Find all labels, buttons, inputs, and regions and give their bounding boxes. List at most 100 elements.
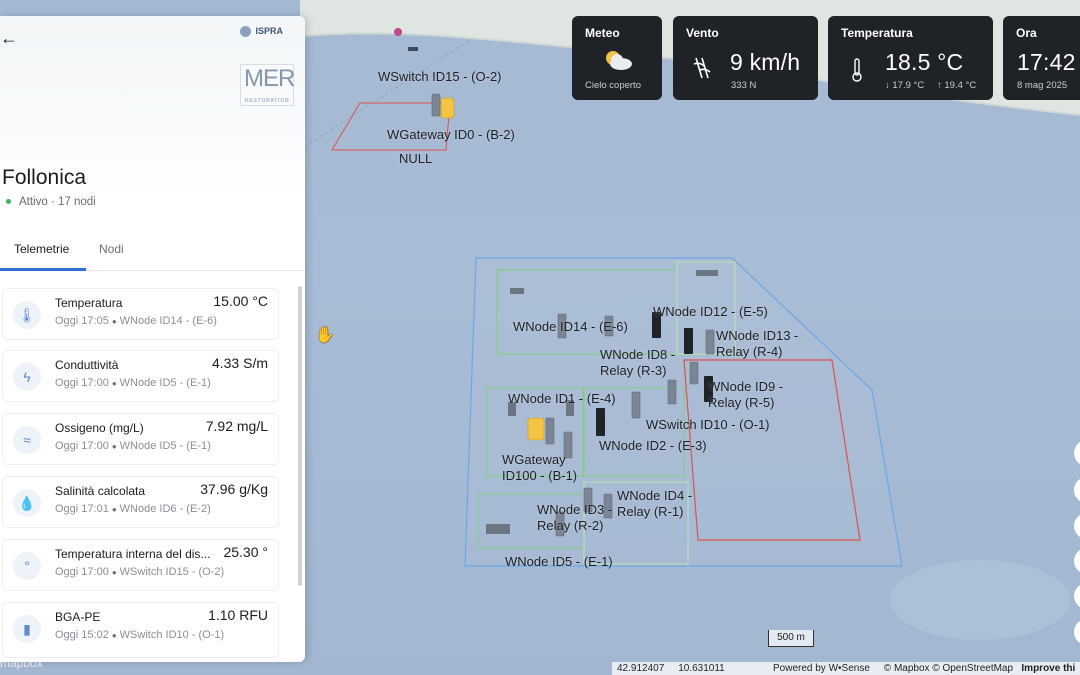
vento-widget: Vento 9 km/h 333 N: [673, 16, 818, 100]
lightning-icon: ϟ: [13, 363, 41, 391]
improve-map-link[interactable]: Improve thi: [1021, 663, 1075, 674]
telemetry-value: 15.00 °C: [213, 293, 268, 309]
ispra-logo: ISPRA: [240, 26, 290, 48]
thermometer-icon: 🌡: [13, 301, 41, 329]
map-label-wnode5[interactable]: WNode ID5 - (E-1): [505, 554, 613, 570]
map-label-null: NULL: [399, 151, 433, 166]
telemetry-card[interactable]: ° Temperatura interna del dis... 25.30 °…: [2, 539, 279, 591]
wind-icon: [692, 56, 712, 80]
telemetry-meta: Oggi 17:00 ● WNode ID5 - (E-1): [55, 377, 211, 389]
node-marker-wnode13[interactable]: [705, 329, 715, 355]
telemetry-name: Ossigeno (mg/L): [55, 421, 144, 435]
telemetry-name: Temperatura interna del dis...: [55, 547, 211, 561]
node-marker-wnode1[interactable]: [545, 417, 555, 445]
panel-tabs: Telemetrie Nodi: [0, 238, 305, 272]
meteo-widget: Meteo Cielo coperto: [572, 16, 662, 100]
back-arrow-icon[interactable]: ←: [0, 28, 22, 48]
ora-time: 17:42: [1017, 49, 1076, 75]
telemetry-value: 37.96 g/Kg: [200, 481, 268, 497]
telemetry-card[interactable]: ▮ BGA-PE 1.10 RFU Oggi 15:02 ● WSwitch ID1…: [2, 602, 279, 658]
ora-title: Ora: [1016, 26, 1037, 40]
telemetry-value: 1.10 RFU: [208, 607, 268, 623]
node-marker-wswitch15[interactable]: [431, 93, 441, 117]
shoal-area: [890, 560, 1070, 640]
ora-widget: Ora 17:42 8 mag 2025: [1003, 16, 1080, 100]
boat-icon: [408, 47, 418, 51]
node-marker-dark-e4[interactable]: [596, 408, 605, 436]
sensor-cluster-icon: [486, 524, 510, 534]
map-label-wnode13[interactable]: WNode ID13 - Relay (R-4): [716, 328, 826, 360]
telemetry-value: 7.92 mg/L: [205, 418, 268, 434]
latitude-value: 42.912407: [617, 663, 665, 674]
map-label-wnode3[interactable]: WNode ID3 - Relay (R-2): [537, 502, 617, 534]
temperatura-title: Temperatura: [841, 26, 913, 40]
node-marker-wnode8[interactable]: [689, 361, 699, 385]
hand-cursor-icon: ✋: [315, 327, 335, 344]
map-label-wnode1[interactable]: WNode ID1 - (E-4): [508, 391, 616, 407]
ora-date: 8 mag 2025: [1017, 80, 1068, 91]
temperatura-min: ↓ 17.9 °C: [885, 80, 925, 91]
telemetry-meta: Oggi 17:00 ● WSwitch ID15 - (O-2): [55, 566, 225, 578]
sensor-cluster-icon: [510, 288, 524, 294]
cloud-sun-icon: [602, 49, 634, 71]
longitude-value: 10.631011: [678, 663, 725, 674]
temperatura-max: ↑ 19.4 °C: [937, 80, 977, 91]
meteo-title: Meteo: [585, 26, 620, 40]
telemetry-card[interactable]: 🌡 Temperatura 15.00 °C Oggi 17:05 ● WNode …: [2, 288, 279, 340]
temperatura-value: 18.5 °C: [885, 49, 964, 75]
telemetry-value: 4.33 S/m: [211, 355, 268, 371]
temperatura-widget: Temperatura 18.5 °C ↓ 17.9 °C ↑ 19.4 °C: [828, 16, 993, 100]
status-dot: [6, 199, 11, 205]
bar-chart-icon: ▮: [13, 615, 41, 643]
map-label-wgateway0[interactable]: WGateway ID0 - (B-2): [387, 127, 515, 143]
coordinates-readout: 42.912407 10.631011: [612, 662, 768, 675]
map-label-wswitch15[interactable]: WSwitch ID15 - (O-2): [378, 69, 502, 85]
map-label-wgateway100[interactable]: WGateway ID100 - (B-1): [502, 452, 582, 484]
node-marker-wnode2[interactable]: [631, 391, 641, 419]
osm-attribution-link[interactable]: © OpenStreetMap: [932, 663, 1013, 674]
site-status-text: Attivo · 17 nodi: [19, 196, 96, 208]
vento-title: Vento: [686, 26, 719, 40]
telemetry-name: Salinità calcolata: [55, 484, 146, 498]
buoy-icon: [394, 28, 402, 36]
telemetry-name: BGA-PE: [55, 610, 101, 624]
tab-active-indicator: [0, 268, 86, 271]
node-marker-wswitch10[interactable]: [667, 379, 677, 405]
telemetry-meta: Oggi 17:00 ● WNode ID5 - (E-1): [55, 440, 211, 452]
site-title: Follonica: [2, 166, 87, 189]
telemetry-meta: Oggi 15:02 ● WSwitch ID10 - (O-1): [55, 629, 225, 641]
map-scale: 500 m: [768, 630, 814, 647]
telemetry-card[interactable]: 💧 Salinità calcolata 37.96 g/Kg Oggi 17:…: [2, 476, 279, 528]
map-label-wnode2[interactable]: WNode ID2 - (E-3): [599, 438, 707, 454]
powered-by-link[interactable]: Powered by W•Sense: [773, 663, 870, 674]
map-attribution: Powered by W•Sense © Mapbox © OpenStreet…: [768, 662, 1080, 675]
mapbox-attribution-link[interactable]: © Mapbox: [884, 663, 930, 674]
droplet-icon: 💧: [13, 489, 41, 517]
tab-nodi[interactable]: Nodi: [99, 242, 124, 256]
vento-speed: 9 km/h: [730, 49, 801, 75]
gateway-marker-id100[interactable]: [527, 417, 545, 441]
site-status: Attivo · 17 nodi: [6, 196, 96, 208]
tab-telemetrie[interactable]: Telemetrie: [14, 242, 69, 256]
map-label-wnode8[interactable]: WNode ID8 - Relay (R-3): [600, 347, 690, 379]
internal-temp-icon: °: [13, 552, 41, 580]
telemetry-meta: Oggi 17:05 ● WNode ID14 - (E-6): [55, 315, 217, 327]
map-label-wnode9[interactable]: WNode ID9 - Relay (R-5): [708, 379, 798, 411]
waves-icon: ≈: [13, 426, 41, 454]
meteo-condition: Cielo coperto: [585, 80, 641, 91]
map-label-wnode12[interactable]: WNode ID12 - (E-5): [653, 304, 768, 320]
telemetry-name: Temperatura: [55, 296, 123, 310]
sensor-cluster-icon: [696, 270, 718, 276]
map-label-wnode14[interactable]: WNode ID14 - (E-6): [513, 319, 628, 335]
telemetry-card[interactable]: ϟ Conduttività 4.33 S/m Oggi 17:00 ● WNode…: [2, 350, 279, 402]
site-panel: ← ISPRA MER RESTORATION Follonica Attivo…: [0, 16, 305, 662]
thermometer-icon: [851, 58, 863, 82]
map-label-wswitch10[interactable]: WSwitch ID10 - (O-1): [646, 417, 770, 433]
telemetry-meta: Oggi 17:01 ● WNode ID6 - (E-2): [55, 503, 211, 515]
telemetry-card[interactable]: ≈ Ossigeno (mg/L) 7.92 mg/L Oggi 17:00 ● W…: [2, 413, 279, 465]
panel-scrollbar[interactable]: [298, 286, 302, 586]
map-label-wnode4[interactable]: WNode ID4 - Relay (R-1): [617, 488, 697, 520]
gateway-marker-id0[interactable]: [440, 97, 455, 119]
vento-direction: 333 N: [731, 80, 757, 91]
telemetry-value: 25.30 °: [223, 544, 268, 560]
